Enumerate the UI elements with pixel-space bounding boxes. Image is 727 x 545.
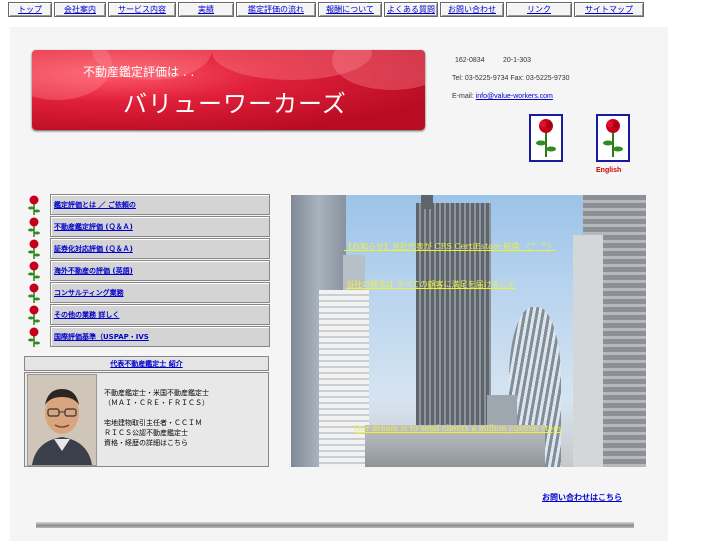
footer-link[interactable]: お問い合わせはこちら: [542, 492, 622, 503]
rose-icon: [24, 260, 44, 281]
profile-line-5: ＲＩＣＳ公認不動産鑑定士: [104, 429, 188, 437]
menu-item-1[interactable]: 鑑定評価とは ／ ご依頼の: [24, 194, 270, 215]
email-label: E-mail:: [452, 93, 474, 100]
menu-item-5[interactable]: コンサルティング業務: [24, 282, 270, 303]
menu-item-7[interactable]: 国際評価基準（USPAP・IVS: [24, 326, 270, 347]
menu-item-4[interactable]: 海外不動産の評価 (英語): [24, 260, 270, 281]
tel-fax: Tel: 03-5225-9734 Fax: 03-5225-9730: [452, 75, 570, 82]
menu-item-2[interactable]: 不動産鑑定評価 (Ｑ＆Ａ): [24, 216, 270, 237]
footer-divider: [36, 522, 634, 528]
nav-item-4[interactable]: 実績: [178, 2, 234, 17]
nav-item-3[interactable]: サービス内容: [108, 2, 176, 17]
rose-icon: [24, 282, 44, 303]
rose-icon: [24, 238, 44, 259]
rose-icon: [24, 326, 44, 347]
representative-photo: [27, 374, 97, 466]
city-skyline-photo: 【お知らせ】当社代表が CRS CertiEstate 取得 （^_^） 当社の…: [291, 195, 646, 467]
profile-heading[interactable]: 代表不動産鑑定士 紹介: [24, 356, 269, 371]
email-link[interactable]: info@value-workers.com: [476, 93, 553, 100]
address: 20-1-303: [503, 57, 532, 64]
menu-item-label[interactable]: コンサルティング業務: [50, 282, 270, 303]
nav-item-5[interactable]: 鑑定評価の流れ: [236, 2, 316, 17]
menu-item-label[interactable]: その他の業務 詳しく: [50, 304, 270, 325]
photo-caption-2[interactable]: 当社の理念は すべての顧客に満足を届けること: [346, 279, 516, 290]
profile-line-6: 資格・経歴の詳細はこちら: [104, 439, 188, 447]
banner-title: バリューワーカーズ: [123, 90, 347, 118]
menu-item-3[interactable]: 証券化対応評価 (Ｑ＆Ａ): [24, 238, 270, 259]
english-label[interactable]: English: [596, 167, 621, 174]
rose-icon: [24, 304, 44, 325]
photo-caption-1[interactable]: 【お知らせ】当社代表が CRS CertiEstate 取得 （^_^）: [344, 241, 555, 252]
rose-icon: [24, 194, 44, 215]
photo-caption-3[interactable]: Our dream is to send clients a million c…: [354, 424, 562, 433]
email-line: E-mail: info@value-workers.com: [452, 93, 553, 100]
rose-icon: [536, 119, 556, 157]
menu-item-6[interactable]: その他の業務 詳しく: [24, 304, 270, 325]
nav-item-8[interactable]: お問い合わせ: [440, 2, 504, 17]
rose-english-button[interactable]: [596, 114, 630, 162]
rose-icon: [24, 216, 44, 237]
top-nav: トップ 会社案内 サービス内容 実績 鑑定評価の流れ 報酬について よくある質問…: [8, 2, 652, 19]
rose-icon: [603, 119, 623, 157]
menu-item-label[interactable]: 国際評価基準（USPAP・IVS: [50, 326, 270, 347]
postal-code: 162-0834: [455, 57, 485, 64]
nav-item-10[interactable]: サイトマップ: [574, 2, 644, 17]
rose-japanese-button[interactable]: [529, 114, 563, 162]
nav-item-7[interactable]: よくある質問: [384, 2, 438, 17]
nav-item-2[interactable]: 会社案内: [54, 2, 106, 17]
nav-item-6[interactable]: 報酬について: [318, 2, 382, 17]
menu-item-label[interactable]: 不動産鑑定評価 (Ｑ＆Ａ): [50, 216, 270, 237]
profile-line-2: （ＭＡＩ・ＣＲＥ・ＦＲＩＣＳ）: [104, 399, 209, 407]
banner-subtitle: 不動産鑑定評価は . .: [83, 65, 195, 79]
profile-line-3: [104, 408, 209, 418]
menu-item-label[interactable]: 証券化対応評価 (Ｑ＆Ａ): [50, 238, 270, 259]
profile-line-4: 宅地建物取引主任者・ＣＣＩＭ: [104, 419, 202, 427]
menu-item-label[interactable]: 鑑定評価とは ／ ご依頼の: [50, 194, 270, 215]
menu-item-label[interactable]: 海外不動産の評価 (英語): [50, 260, 270, 281]
profile-line-1: 不動産鑑定士・米国不動産鑑定士: [104, 389, 209, 397]
nav-item-1[interactable]: トップ: [8, 2, 52, 17]
profile-text: 不動産鑑定士・米国不動産鑑定士 （ＭＡＩ・ＣＲＥ・ＦＲＩＣＳ） 宅地建物取引主任…: [104, 388, 209, 448]
nav-item-9[interactable]: リンク: [506, 2, 572, 17]
